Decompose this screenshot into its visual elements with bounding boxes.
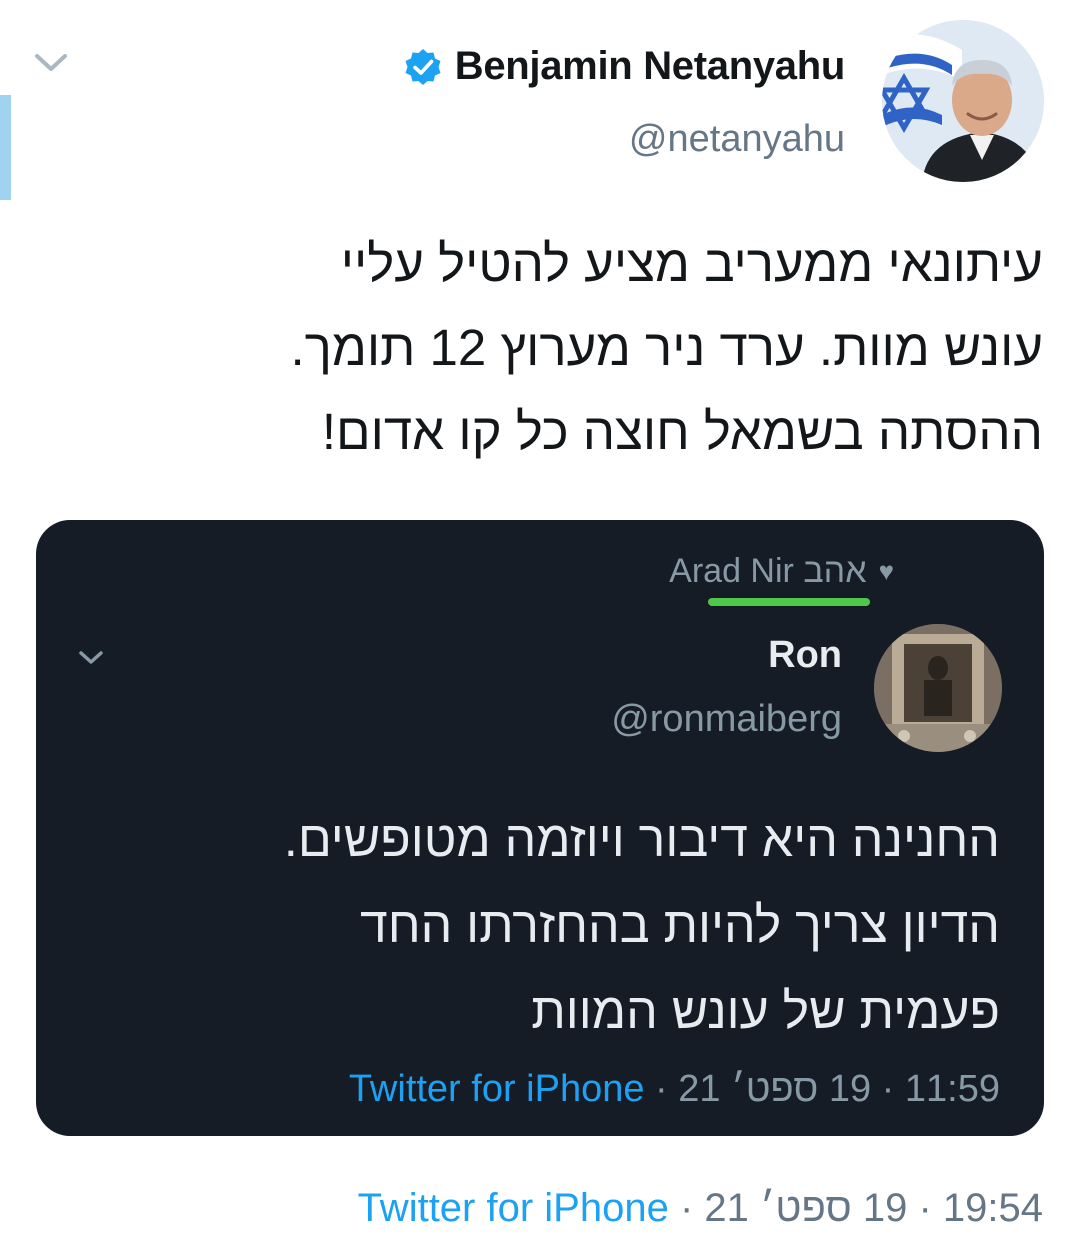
tweet-text-line: עיתונאי ממעריב מציע להטיל עליי bbox=[340, 235, 1043, 292]
embedded-date: 19 ספט׳ 21 bbox=[678, 1068, 872, 1110]
embedded-author-avatar[interactable] bbox=[874, 624, 1002, 752]
embedded-time: 11:59 bbox=[904, 1068, 1000, 1110]
chevron-down-icon[interactable] bbox=[78, 650, 104, 666]
selection-accent-bar bbox=[0, 95, 11, 200]
embedded-author-name[interactable]: Ron bbox=[768, 634, 842, 677]
liked-by-text: Arad Nir אהב bbox=[669, 552, 867, 590]
footer-separator: · bbox=[871, 1068, 905, 1110]
author-avatar[interactable] bbox=[882, 20, 1044, 182]
footer-separator: · bbox=[644, 1068, 679, 1110]
footer-separator: · bbox=[907, 1186, 943, 1230]
embedded-source-link[interactable]: Twitter for iPhone bbox=[349, 1068, 645, 1110]
source-link[interactable]: Twitter for iPhone bbox=[358, 1186, 669, 1230]
author-header: Benjamin Netanyahu bbox=[403, 44, 845, 89]
liked-by-row: Arad Nir אהב ♥ bbox=[669, 552, 894, 591]
embedded-tweet-footer: Twitter for iPhone · 19 ספט׳ 21 · 11:59 bbox=[349, 1068, 1000, 1111]
highlight-underline bbox=[708, 598, 870, 606]
tweet-text-line: עונש מוות. ערד ניר מערוץ 12 תומך. bbox=[290, 319, 1043, 376]
tweet-date: 19 ספט׳ 21 bbox=[704, 1186, 908, 1230]
tweet-footer: Twitter for iPhone · 19 ספט׳ 21 · 19:54 bbox=[358, 1186, 1043, 1231]
author-name[interactable]: Benjamin Netanyahu bbox=[455, 44, 846, 89]
embedded-tweet-screenshot[interactable]: Arad Nir אהב ♥ Ron @ronmaiberg החנינה הי… bbox=[36, 520, 1044, 1136]
tweet-text-line: ההסתה בשמאל חוצה כל קו אדום! bbox=[321, 403, 1043, 460]
verified-badge-icon bbox=[405, 48, 441, 85]
heart-icon: ♥ bbox=[878, 556, 894, 586]
tweet-text: עיתונאי ממעריב מציע להטיל עליי עונש מוות… bbox=[83, 222, 1043, 474]
embedded-tweet-text-line: פעמית של עונש המוות bbox=[531, 983, 1000, 1039]
embedded-tweet-text-line: החנינה היא דיבור ויוזמה מטופשים. bbox=[283, 811, 1000, 867]
chevron-down-icon[interactable] bbox=[34, 52, 68, 74]
embedded-tweet-text-line: הדיון צריך להיות בהחזרתו החד bbox=[359, 897, 1000, 953]
footer-separator: · bbox=[668, 1186, 705, 1230]
tweet-time: 19:54 bbox=[942, 1186, 1043, 1230]
author-handle[interactable]: @netanyahu bbox=[629, 118, 845, 161]
embedded-tweet-text: החנינה היא דיבור ויוזמה מטופשים. הדיון צ… bbox=[100, 796, 1000, 1054]
embedded-author-handle[interactable]: @ronmaiberg bbox=[611, 698, 842, 741]
